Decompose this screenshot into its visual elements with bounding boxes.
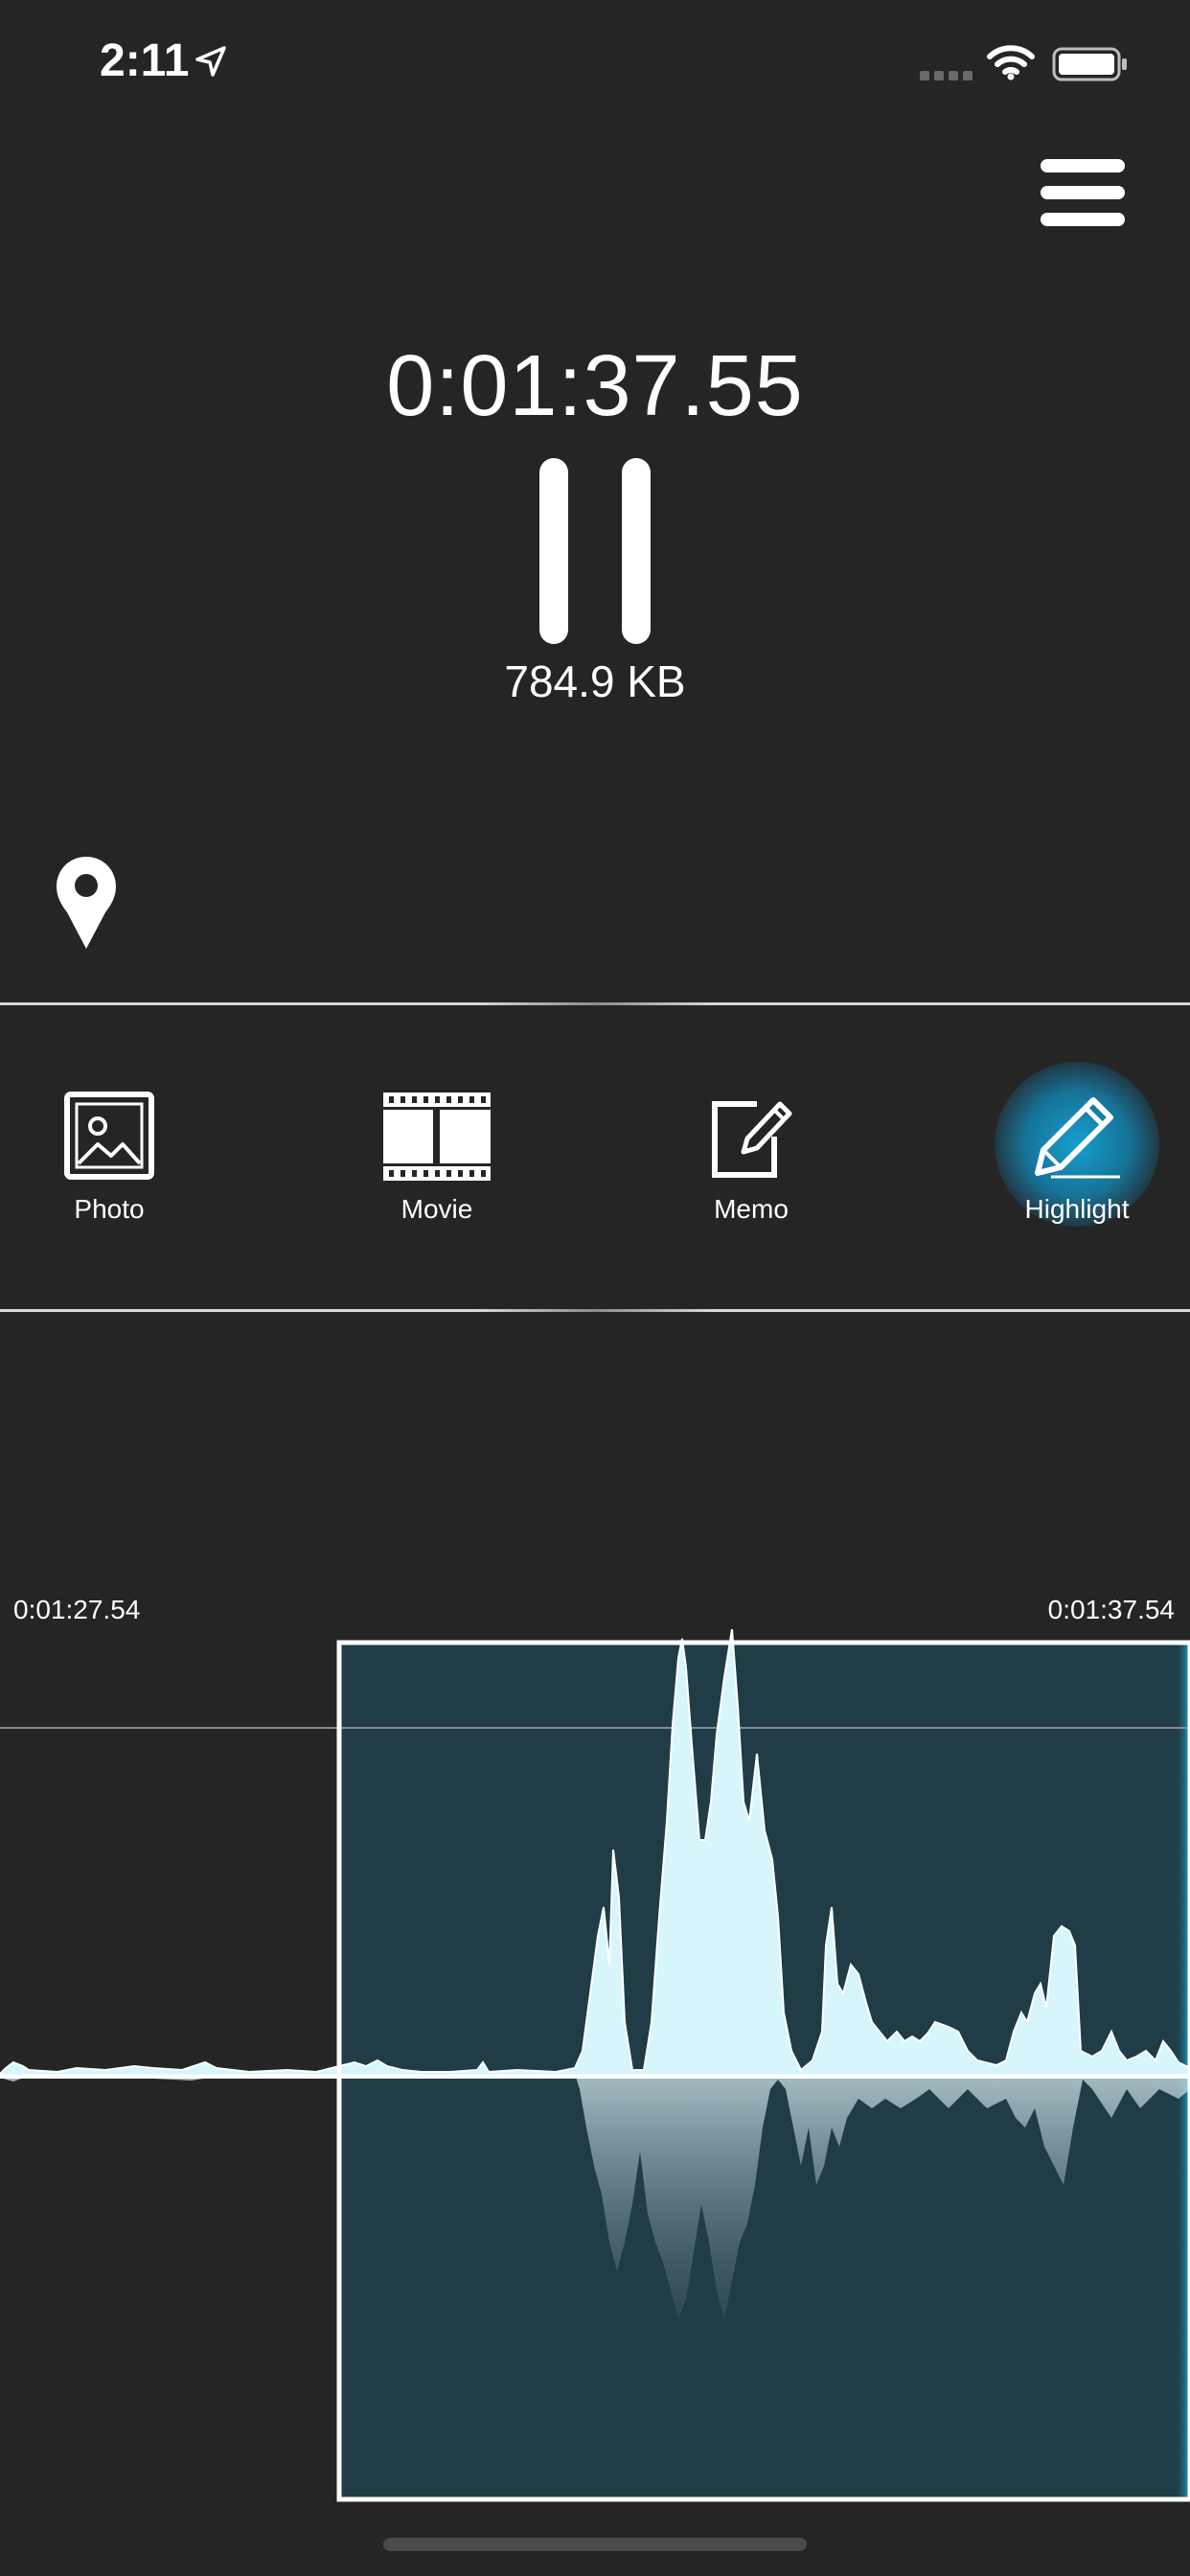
divider	[0, 1002, 1190, 1005]
divider	[0, 1309, 1190, 1312]
memo-button[interactable]: Memo	[655, 1091, 847, 1234]
pause-icon-bar	[622, 458, 651, 644]
film-icon	[383, 1092, 491, 1181]
highlight-label: Highlight	[1024, 1194, 1130, 1224]
waveform-start-time: 0:01:27.54	[13, 1595, 141, 1624]
location-pin-icon[interactable]	[54, 855, 119, 951]
home-indicator[interactable]	[383, 2538, 807, 2551]
photo-label: Photo	[74, 1194, 145, 1224]
waveform-end-time: 0:01:37.54	[1047, 1595, 1175, 1624]
status-time: 2:11	[100, 35, 190, 86]
movie-button[interactable]: Movie	[341, 1091, 533, 1234]
menu-bar-icon	[1041, 159, 1125, 172]
memo-edit-icon	[712, 1101, 792, 1178]
memo-label: Memo	[714, 1194, 789, 1224]
pause-button[interactable]	[535, 456, 655, 648]
elapsed-time: 0:01:37.55	[386, 338, 804, 434]
waveform[interactable]	[0, 1629, 1190, 2530]
location-arrow-icon	[195, 46, 226, 77]
pause-icon	[539, 458, 568, 644]
battery-icon	[1052, 47, 1127, 81]
photo-icon	[64, 1092, 154, 1180]
menu-bar-icon	[1041, 186, 1125, 199]
highlight-button[interactable]: Highlight	[981, 1091, 1173, 1234]
file-size: 784.9 KB	[504, 656, 686, 706]
menu-button[interactable]	[1035, 155, 1131, 251]
wifi-icon	[987, 45, 1035, 80]
signal-icon	[920, 71, 973, 80]
pencil-highlight-icon	[1035, 1097, 1120, 1179]
movie-label: Movie	[400, 1194, 473, 1224]
menu-bar-icon	[1041, 213, 1125, 226]
photo-button[interactable]: Photo	[13, 1091, 205, 1234]
